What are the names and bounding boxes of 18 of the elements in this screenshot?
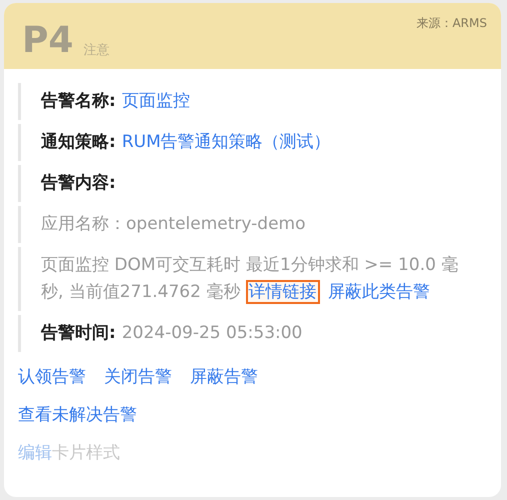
detail-link[interactable]: 屏蔽此类告警 xyxy=(325,280,434,304)
detail-link[interactable]: 详情链接 xyxy=(246,280,320,304)
field-label: 通知策略: xyxy=(41,132,116,152)
alert-description: 页面监控 DOM可交互耗时 最近1分钟求和 >= 10.0 毫秒, 当前值271.4762 毫秒 详情链接 屏蔽此类告警 xyxy=(41,254,460,306)
severity-label: 注意 xyxy=(83,42,110,59)
field-link[interactable]: RUM告警通知策略（测试） xyxy=(122,132,331,152)
field-label: 告警时间: xyxy=(41,323,116,343)
app-name-text: 应用名称：opentelemetry-demo xyxy=(41,214,306,234)
action-link[interactable]: 屏蔽告警 xyxy=(190,364,258,390)
action-link[interactable]: 认领告警 xyxy=(18,364,86,390)
priority-label: P4 xyxy=(22,23,74,59)
field-value: 2024-09-25 05:53:00 xyxy=(122,323,302,343)
field-link[interactable]: 页面监控 xyxy=(122,91,190,111)
field-label: 告警内容: xyxy=(41,173,116,193)
action-link[interactable]: 查看未解决告警 xyxy=(18,402,137,428)
source-label: 来源：ARMS xyxy=(416,15,487,32)
action-link[interactable]: 关闭告警 xyxy=(104,364,172,390)
field-label: 告警名称: xyxy=(41,91,116,111)
